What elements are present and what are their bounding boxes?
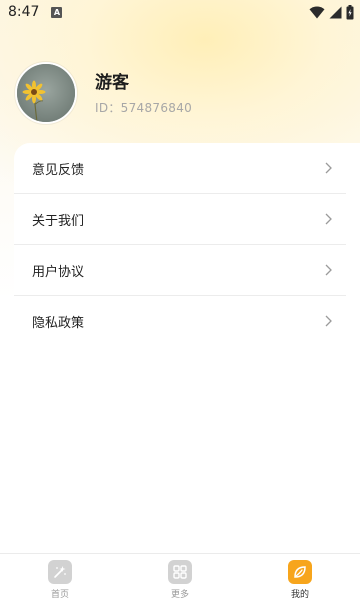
status-time: 8:47 xyxy=(8,4,40,20)
wifi-icon xyxy=(309,6,325,18)
profile-screen: 8:47 A 游客 ID：574876840 意见反馈 关于我们 用户协议 隐私… xyxy=(0,0,360,600)
menu-item-label: 关于我们 xyxy=(32,213,85,229)
tab-label: 更多 xyxy=(170,590,189,600)
leaf-icon xyxy=(288,560,312,584)
tab-more[interactable]: 更多 xyxy=(120,554,240,600)
menu-item-user-agreement[interactable]: 用户协议 xyxy=(14,245,346,296)
chevron-right-icon xyxy=(325,315,332,327)
tab-label: 我的 xyxy=(290,590,309,600)
avatar[interactable] xyxy=(15,62,77,124)
chevron-right-icon xyxy=(325,264,332,276)
menu-item-feedback[interactable]: 意见反馈 xyxy=(14,143,346,194)
chevron-right-icon xyxy=(325,162,332,174)
menu-item-label: 用户协议 xyxy=(32,264,85,280)
status-icons xyxy=(309,4,354,20)
menu-item-label: 意见反馈 xyxy=(32,162,85,178)
notification-icon: A xyxy=(51,6,63,18)
settings-menu: 意见反馈 关于我们 用户协议 隐私政策 xyxy=(14,143,360,343)
battery-icon xyxy=(346,4,354,19)
grid-icon xyxy=(168,560,192,584)
home-icon xyxy=(48,560,72,584)
tab-label: 首页 xyxy=(50,590,69,600)
menu-item-privacy-policy[interactable]: 隐私政策 xyxy=(14,296,346,347)
signal-icon xyxy=(329,6,342,18)
avatar-flower-image xyxy=(17,64,75,122)
profile-header: 游客 ID：574876840 xyxy=(15,62,192,124)
profile-info: 游客 ID：574876840 xyxy=(95,71,192,116)
bottom-tab-bar: 首页 更多 我的 xyxy=(0,553,360,600)
status-bar: 8:47 A xyxy=(0,0,360,24)
username: 游客 xyxy=(95,72,129,93)
menu-item-label: 隐私政策 xyxy=(32,316,85,331)
tab-home[interactable]: 首页 xyxy=(0,554,120,600)
user-id: ID：574876840 xyxy=(95,100,193,115)
chevron-right-icon xyxy=(325,213,332,225)
tab-mine[interactable]: 我的 xyxy=(240,554,360,600)
menu-item-about-us[interactable]: 关于我们 xyxy=(14,194,346,245)
